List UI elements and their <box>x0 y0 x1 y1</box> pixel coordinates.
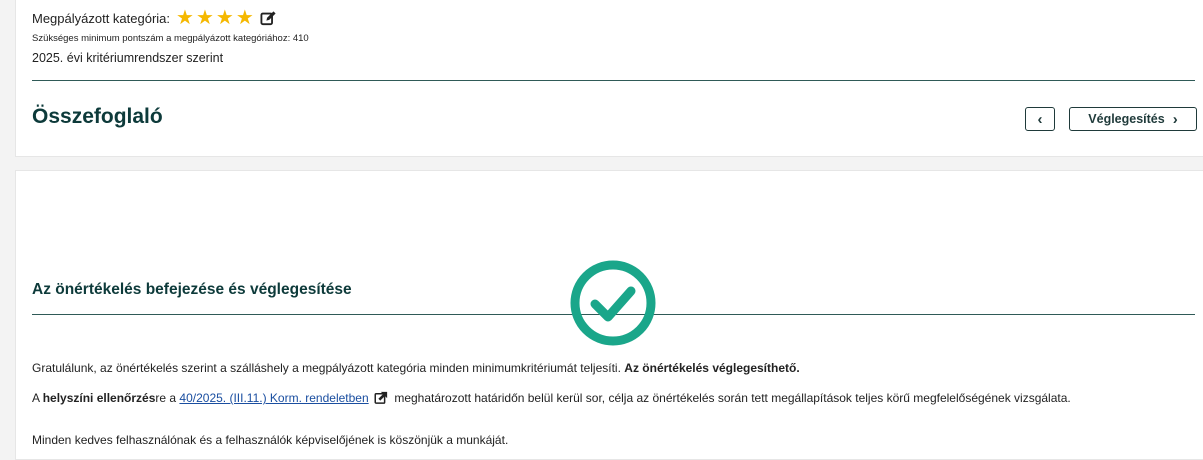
congrats-bold: Az önértékelés véglegesíthető. <box>624 361 800 375</box>
page-title: Összefoglaló <box>32 105 163 128</box>
congrats-text: Gratulálunk, az önértékelés szerint a sz… <box>32 361 621 375</box>
p2-suffix: meghatározott határidőn belül kerül sor,… <box>391 391 1071 405</box>
chevron-right-icon: › <box>1172 110 1178 128</box>
thanks-paragraph: Minden kedves felhasználónak és a felhas… <box>32 433 509 447</box>
finalize-button[interactable]: Véglegesítés › <box>1069 107 1197 131</box>
congrats-paragraph: Gratulálunk, az önértékelés szerint a sz… <box>32 361 1172 375</box>
p2-prefix: A <box>32 391 43 405</box>
chevron-left-icon: ‹ <box>1037 110 1043 128</box>
previous-button[interactable]: ‹ <box>1025 107 1055 131</box>
category-label: Megpályázott kategória: <box>32 10 171 26</box>
star-icon: ★ <box>176 7 194 29</box>
star-icon: ★ <box>195 7 214 29</box>
regulation-link[interactable]: 40/2025. (III.11.) Korm. rendeletben <box>179 391 368 405</box>
finalize-label: Véglegesítés <box>1088 112 1165 126</box>
edit-icon[interactable] <box>260 10 277 27</box>
finalize-card: Az önértékelés befejezése és véglegesíté… <box>15 170 1203 460</box>
p2-mid: re a <box>155 391 180 405</box>
min-points-text: Szükséges minimum pontszám a megpályázot… <box>32 33 309 44</box>
header-card: Megpályázott kategória: ★ ★ ★ ★ Szüksége… <box>15 0 1203 157</box>
divider <box>32 80 1195 81</box>
p2-bold: helyszíni ellenőrzés <box>42 391 156 405</box>
inspection-paragraph: A helyszíni ellenőrzésre a 40/2025. (III… <box>32 390 1182 406</box>
star-rating: ★ ★ ★ ★ <box>176 7 256 29</box>
criteria-system-text: 2025. évi kritériumrendszer szerint <box>32 51 224 65</box>
external-link-icon[interactable] <box>374 390 389 405</box>
star-icon: ★ <box>215 7 234 29</box>
section-heading: Az önértékelés befejezése és véglegesíté… <box>32 281 352 298</box>
check-circle-icon <box>570 260 656 346</box>
category-line: Megpályázott kategória: ★ ★ ★ ★ <box>32 7 277 29</box>
star-icon: ★ <box>235 7 254 29</box>
